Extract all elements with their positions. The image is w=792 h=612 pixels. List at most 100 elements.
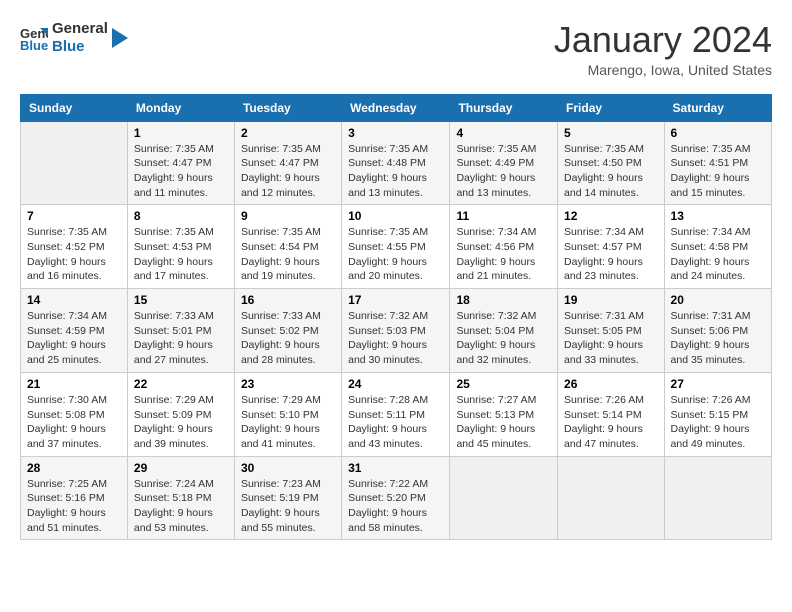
day-info: Sunrise: 7:33 AM Sunset: 5:01 PM Dayligh…	[134, 309, 228, 368]
day-number: 15	[134, 293, 228, 307]
calendar-cell: 7Sunrise: 7:35 AM Sunset: 4:52 PM Daylig…	[21, 205, 128, 289]
day-info: Sunrise: 7:27 AM Sunset: 5:13 PM Dayligh…	[456, 393, 551, 452]
day-number: 29	[134, 461, 228, 475]
calendar-week-1: 1 Sunrise: 7:35 AM Sunset: 4:47 PM Daylig…	[21, 121, 772, 205]
day-info: Sunrise: 7:35 AM Sunset: 4:48 PM Dayligh…	[348, 142, 443, 201]
header-sunday: Sunday	[21, 94, 128, 121]
day-info: Sunrise: 7:31 AM Sunset: 5:06 PM Dayligh…	[671, 309, 765, 368]
day-number: 19	[564, 293, 658, 307]
day-info: Sunrise: 7:35 AM Sunset: 4:55 PM Dayligh…	[348, 225, 443, 284]
day-number: 13	[671, 209, 765, 223]
day-info: Sunrise: 7:34 AM Sunset: 4:56 PM Dayligh…	[456, 225, 551, 284]
calendar-cell: 15 Sunrise: 7:33 AM Sunset: 5:01 PM Dayli…	[127, 289, 234, 373]
calendar-cell: 19 Sunrise: 7:31 AM Sunset: 5:05 PM Dayli…	[558, 289, 665, 373]
calendar-cell	[21, 121, 128, 205]
calendar-cell: 9 Sunrise: 7:35 AM Sunset: 4:54 PM Daylig…	[234, 205, 341, 289]
calendar-cell: 20Sunrise: 7:31 AM Sunset: 5:06 PM Dayli…	[664, 289, 771, 373]
day-number: 5	[564, 126, 658, 140]
day-number: 28	[27, 461, 121, 475]
day-info: Sunrise: 7:35 AM Sunset: 4:49 PM Dayligh…	[456, 142, 551, 201]
day-number: 3	[348, 126, 443, 140]
day-info: Sunrise: 7:28 AM Sunset: 5:11 PM Dayligh…	[348, 393, 443, 452]
day-info: Sunrise: 7:32 AM Sunset: 5:03 PM Dayligh…	[348, 309, 443, 368]
day-number: 11	[456, 209, 551, 223]
logo: General Blue General Blue	[20, 20, 128, 56]
calendar-cell: 16 Sunrise: 7:33 AM Sunset: 5:02 PM Dayli…	[234, 289, 341, 373]
calendar-cell: 22Sunrise: 7:29 AM Sunset: 5:09 PM Dayli…	[127, 372, 234, 456]
calendar-cell	[450, 456, 558, 540]
svg-text:Blue: Blue	[20, 38, 48, 52]
calendar-cell: 2Sunrise: 7:35 AM Sunset: 4:47 PM Daylig…	[234, 121, 341, 205]
day-info: Sunrise: 7:25 AM Sunset: 5:16 PM Dayligh…	[27, 477, 121, 536]
day-info: Sunrise: 7:29 AM Sunset: 5:10 PM Dayligh…	[241, 393, 335, 452]
day-number: 23	[241, 377, 335, 391]
day-info: Sunrise: 7:22 AM Sunset: 5:20 PM Dayligh…	[348, 477, 443, 536]
header-thursday: Thursday	[450, 94, 558, 121]
day-info: Sunrise: 7:34 AM Sunset: 4:59 PM Dayligh…	[27, 309, 121, 368]
header-wednesday: Wednesday	[342, 94, 450, 121]
day-number: 10	[348, 209, 443, 223]
header-tuesday: Tuesday	[234, 94, 341, 121]
calendar-cell: 23 Sunrise: 7:29 AM Sunset: 5:10 PM Dayli…	[234, 372, 341, 456]
day-number: 8	[134, 209, 228, 223]
calendar-table: SundayMondayTuesdayWednesdayThursdayFrid…	[20, 94, 772, 541]
day-number: 14	[27, 293, 121, 307]
calendar-header-row: SundayMondayTuesdayWednesdayThursdayFrid…	[21, 94, 772, 121]
header-friday: Friday	[558, 94, 665, 121]
day-info: Sunrise: 7:33 AM Sunset: 5:02 PM Dayligh…	[241, 309, 335, 368]
logo-icon: General Blue	[20, 24, 48, 52]
calendar-week-4: 21Sunrise: 7:30 AM Sunset: 5:08 PM Dayli…	[21, 372, 772, 456]
calendar-cell: 26 Sunrise: 7:26 AM Sunset: 5:14 PM Dayli…	[558, 372, 665, 456]
day-info: Sunrise: 7:34 AM Sunset: 4:57 PM Dayligh…	[564, 225, 658, 284]
day-number: 2	[241, 126, 335, 140]
calendar-week-5: 28 Sunrise: 7:25 AM Sunset: 5:16 PM Dayli…	[21, 456, 772, 540]
header: General Blue General Blue January 2024 M…	[20, 20, 772, 78]
day-info: Sunrise: 7:29 AM Sunset: 5:09 PM Dayligh…	[134, 393, 228, 452]
title-block: January 2024 Marengo, Iowa, United State…	[554, 20, 772, 78]
calendar-cell: 14 Sunrise: 7:34 AM Sunset: 4:59 PM Dayli…	[21, 289, 128, 373]
calendar-title: January 2024	[554, 20, 772, 60]
day-info: Sunrise: 7:34 AM Sunset: 4:58 PM Dayligh…	[671, 225, 765, 284]
day-number: 9	[241, 209, 335, 223]
day-number: 25	[456, 377, 551, 391]
calendar-cell: 12 Sunrise: 7:34 AM Sunset: 4:57 PM Dayli…	[558, 205, 665, 289]
day-number: 7	[27, 209, 121, 223]
day-number: 26	[564, 377, 658, 391]
calendar-cell: 18 Sunrise: 7:32 AM Sunset: 5:04 PM Dayli…	[450, 289, 558, 373]
day-info: Sunrise: 7:23 AM Sunset: 5:19 PM Dayligh…	[241, 477, 335, 536]
day-info: Sunrise: 7:35 AM Sunset: 4:53 PM Dayligh…	[134, 225, 228, 284]
calendar-cell: 28 Sunrise: 7:25 AM Sunset: 5:16 PM Dayli…	[21, 456, 128, 540]
header-monday: Monday	[127, 94, 234, 121]
day-number: 1	[134, 126, 228, 140]
day-number: 30	[241, 461, 335, 475]
day-number: 16	[241, 293, 335, 307]
calendar-week-2: 7Sunrise: 7:35 AM Sunset: 4:52 PM Daylig…	[21, 205, 772, 289]
day-number: 31	[348, 461, 443, 475]
day-number: 18	[456, 293, 551, 307]
day-number: 24	[348, 377, 443, 391]
day-info: Sunrise: 7:35 AM Sunset: 4:54 PM Dayligh…	[241, 225, 335, 284]
day-info: Sunrise: 7:30 AM Sunset: 5:08 PM Dayligh…	[27, 393, 121, 452]
logo-text: General Blue	[52, 20, 108, 56]
day-info: Sunrise: 7:35 AM Sunset: 4:47 PM Dayligh…	[134, 142, 228, 201]
day-number: 4	[456, 126, 551, 140]
calendar-cell: 4 Sunrise: 7:35 AM Sunset: 4:49 PM Daylig…	[450, 121, 558, 205]
calendar-cell: 3 Sunrise: 7:35 AM Sunset: 4:48 PM Daylig…	[342, 121, 450, 205]
calendar-cell: 17Sunrise: 7:32 AM Sunset: 5:03 PM Dayli…	[342, 289, 450, 373]
header-saturday: Saturday	[664, 94, 771, 121]
calendar-cell: 8 Sunrise: 7:35 AM Sunset: 4:53 PM Daylig…	[127, 205, 234, 289]
calendar-cell: 21Sunrise: 7:30 AM Sunset: 5:08 PM Dayli…	[21, 372, 128, 456]
day-info: Sunrise: 7:31 AM Sunset: 5:05 PM Dayligh…	[564, 309, 658, 368]
calendar-cell	[558, 456, 665, 540]
logo-arrow-icon	[112, 28, 128, 48]
day-info: Sunrise: 7:24 AM Sunset: 5:18 PM Dayligh…	[134, 477, 228, 536]
calendar-cell: 10 Sunrise: 7:35 AM Sunset: 4:55 PM Dayli…	[342, 205, 450, 289]
day-number: 12	[564, 209, 658, 223]
calendar-cell: 1 Sunrise: 7:35 AM Sunset: 4:47 PM Daylig…	[127, 121, 234, 205]
day-info: Sunrise: 7:32 AM Sunset: 5:04 PM Dayligh…	[456, 309, 551, 368]
calendar-cell: 11 Sunrise: 7:34 AM Sunset: 4:56 PM Dayli…	[450, 205, 558, 289]
calendar-subtitle: Marengo, Iowa, United States	[554, 62, 772, 78]
day-info: Sunrise: 7:26 AM Sunset: 5:14 PM Dayligh…	[564, 393, 658, 452]
calendar-cell: 13 Sunrise: 7:34 AM Sunset: 4:58 PM Dayli…	[664, 205, 771, 289]
calendar-cell: 31 Sunrise: 7:22 AM Sunset: 5:20 PM Dayli…	[342, 456, 450, 540]
